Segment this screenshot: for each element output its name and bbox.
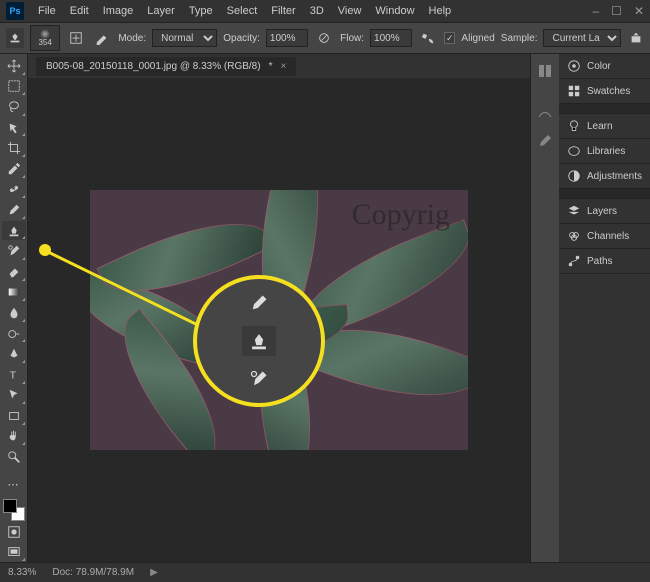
color-swatches[interactable] <box>3 499 25 521</box>
marquee-tool[interactable] <box>2 77 26 97</box>
menu-file[interactable]: File <box>32 3 62 19</box>
brush-panel-toggle-icon[interactable] <box>66 27 86 49</box>
aligned-checkbox[interactable]: ✓ <box>444 32 455 44</box>
panel-list: Color Swatches Learn Libraries Adjustmen… <box>559 54 650 562</box>
panel-adjustments[interactable]: Adjustments <box>559 164 650 189</box>
dodge-tool[interactable] <box>2 324 26 344</box>
brush-preset-picker[interactable]: 354 <box>30 25 60 51</box>
menu-help[interactable]: Help <box>423 3 458 19</box>
screen-mode-button[interactable] <box>2 542 26 562</box>
healing-brush-tool[interactable] <box>2 180 26 200</box>
mode-label: Mode: <box>118 33 146 44</box>
canvas[interactable]: Copyrig <box>28 78 530 562</box>
brush-size-value: 354 <box>38 39 51 47</box>
sample-select[interactable]: Current Layer <box>543 29 621 47</box>
menu-type[interactable]: Type <box>183 3 219 19</box>
path-selection-tool[interactable] <box>2 386 26 406</box>
options-bar: 354 Mode: Normal Opacity: Flow: ✓ Aligne… <box>0 22 650 54</box>
clone-stamp-tool[interactable] <box>2 221 26 241</box>
type-tool[interactable]: T <box>2 365 26 385</box>
flow-label: Flow: <box>340 33 364 44</box>
share-icon[interactable] <box>627 29 644 47</box>
menu-window[interactable]: Window <box>369 3 420 19</box>
document-tabs: B005-08_20150118_0001.jpg @ 8.33% (RGB/8… <box>28 54 530 78</box>
collapsed-panel-icon-1[interactable] <box>533 60 557 82</box>
blend-mode-select[interactable]: Normal <box>152 29 217 47</box>
panel-channels[interactable]: Channels <box>559 224 650 249</box>
edit-toolbar-button[interactable]: ⋯ <box>2 475 26 495</box>
active-tool-icon[interactable] <box>6 28 24 48</box>
move-tool[interactable] <box>2 56 26 76</box>
right-panel-dock: Color Swatches Learn Libraries Adjustmen… <box>530 54 650 562</box>
menu-select[interactable]: Select <box>221 3 264 19</box>
panel-layers[interactable]: Layers <box>559 199 650 224</box>
rectangle-tool[interactable] <box>2 406 26 426</box>
flow-input[interactable] <box>370 29 412 47</box>
watermark-text: Copyrig <box>352 198 450 232</box>
zoomed-clone-stamp-tool-icon <box>242 326 276 356</box>
collapsed-panel-icon-2[interactable] <box>533 104 557 126</box>
panel-swatches[interactable]: Swatches <box>559 79 650 104</box>
airbrush-icon[interactable] <box>418 27 438 49</box>
opacity-label: Opacity: <box>223 33 260 44</box>
blur-tool[interactable] <box>2 303 26 323</box>
brush-settings-icon[interactable] <box>92 27 112 49</box>
panel-learn[interactable]: Learn <box>559 114 650 139</box>
collapsed-panel-strip <box>531 54 559 562</box>
brush-tool[interactable] <box>2 200 26 220</box>
callout-zoom <box>193 275 325 407</box>
status-bar: 8.33% Doc: 78.9M/78.9M ▶ <box>0 562 650 582</box>
maximize-button[interactable]: ☐ <box>611 4 622 18</box>
tools-toolbar: T ⋯ <box>0 54 28 562</box>
pressure-opacity-icon[interactable] <box>314 27 334 49</box>
history-brush-tool[interactable] <box>2 241 26 261</box>
minimize-button[interactable]: – <box>592 4 599 18</box>
zoom-tool[interactable] <box>2 447 26 467</box>
status-menu-icon[interactable]: ▶ <box>150 567 158 578</box>
panel-libraries[interactable]: Libraries <box>559 139 650 164</box>
sample-label: Sample: <box>501 33 538 44</box>
menu-layer[interactable]: Layer <box>141 3 181 19</box>
menu-image[interactable]: Image <box>97 3 140 19</box>
lasso-tool[interactable] <box>2 97 26 117</box>
menu-view[interactable]: View <box>332 3 368 19</box>
close-button[interactable]: ✕ <box>634 4 644 18</box>
document-modified-indicator: * <box>269 61 273 72</box>
menubar: File Edit Image Layer Type Select Filter… <box>32 3 592 19</box>
collapsed-panel-icon-3[interactable] <box>533 130 557 152</box>
aligned-label: Aligned <box>461 33 494 44</box>
panel-color[interactable]: Color <box>559 54 650 79</box>
hand-tool[interactable] <box>2 427 26 447</box>
crop-tool[interactable] <box>2 138 26 158</box>
zoomed-history-brush-tool-icon <box>242 364 276 394</box>
foreground-color-swatch[interactable] <box>3 499 17 513</box>
quick-mask-button[interactable] <box>2 522 26 542</box>
document-tab-title: B005-08_20150118_0001.jpg @ 8.33% (RGB/8… <box>46 61 261 72</box>
titlebar: Ps File Edit Image Layer Type Select Fil… <box>0 0 650 22</box>
quick-selection-tool[interactable] <box>2 118 26 138</box>
eyedropper-tool[interactable] <box>2 159 26 179</box>
panel-paths[interactable]: Paths <box>559 249 650 274</box>
document-area: B005-08_20150118_0001.jpg @ 8.33% (RGB/8… <box>28 54 530 562</box>
menu-filter[interactable]: Filter <box>265 3 301 19</box>
opacity-input[interactable] <box>266 29 308 47</box>
gradient-tool[interactable] <box>2 283 26 303</box>
document-tab[interactable]: B005-08_20150118_0001.jpg @ 8.33% (RGB/8… <box>36 57 296 76</box>
close-tab-icon[interactable]: × <box>280 61 286 72</box>
window-controls: – ☐ ✕ <box>592 4 644 18</box>
menu-3d[interactable]: 3D <box>304 3 330 19</box>
svg-text:T: T <box>9 369 16 381</box>
doc-size[interactable]: Doc: 78.9M/78.9M <box>52 567 134 578</box>
app-logo: Ps <box>6 2 24 20</box>
eraser-tool[interactable] <box>2 262 26 282</box>
zoomed-brush-tool-icon <box>242 288 276 318</box>
menu-edit[interactable]: Edit <box>64 3 95 19</box>
zoom-value[interactable]: 8.33% <box>8 567 36 578</box>
pen-tool[interactable] <box>2 344 26 364</box>
